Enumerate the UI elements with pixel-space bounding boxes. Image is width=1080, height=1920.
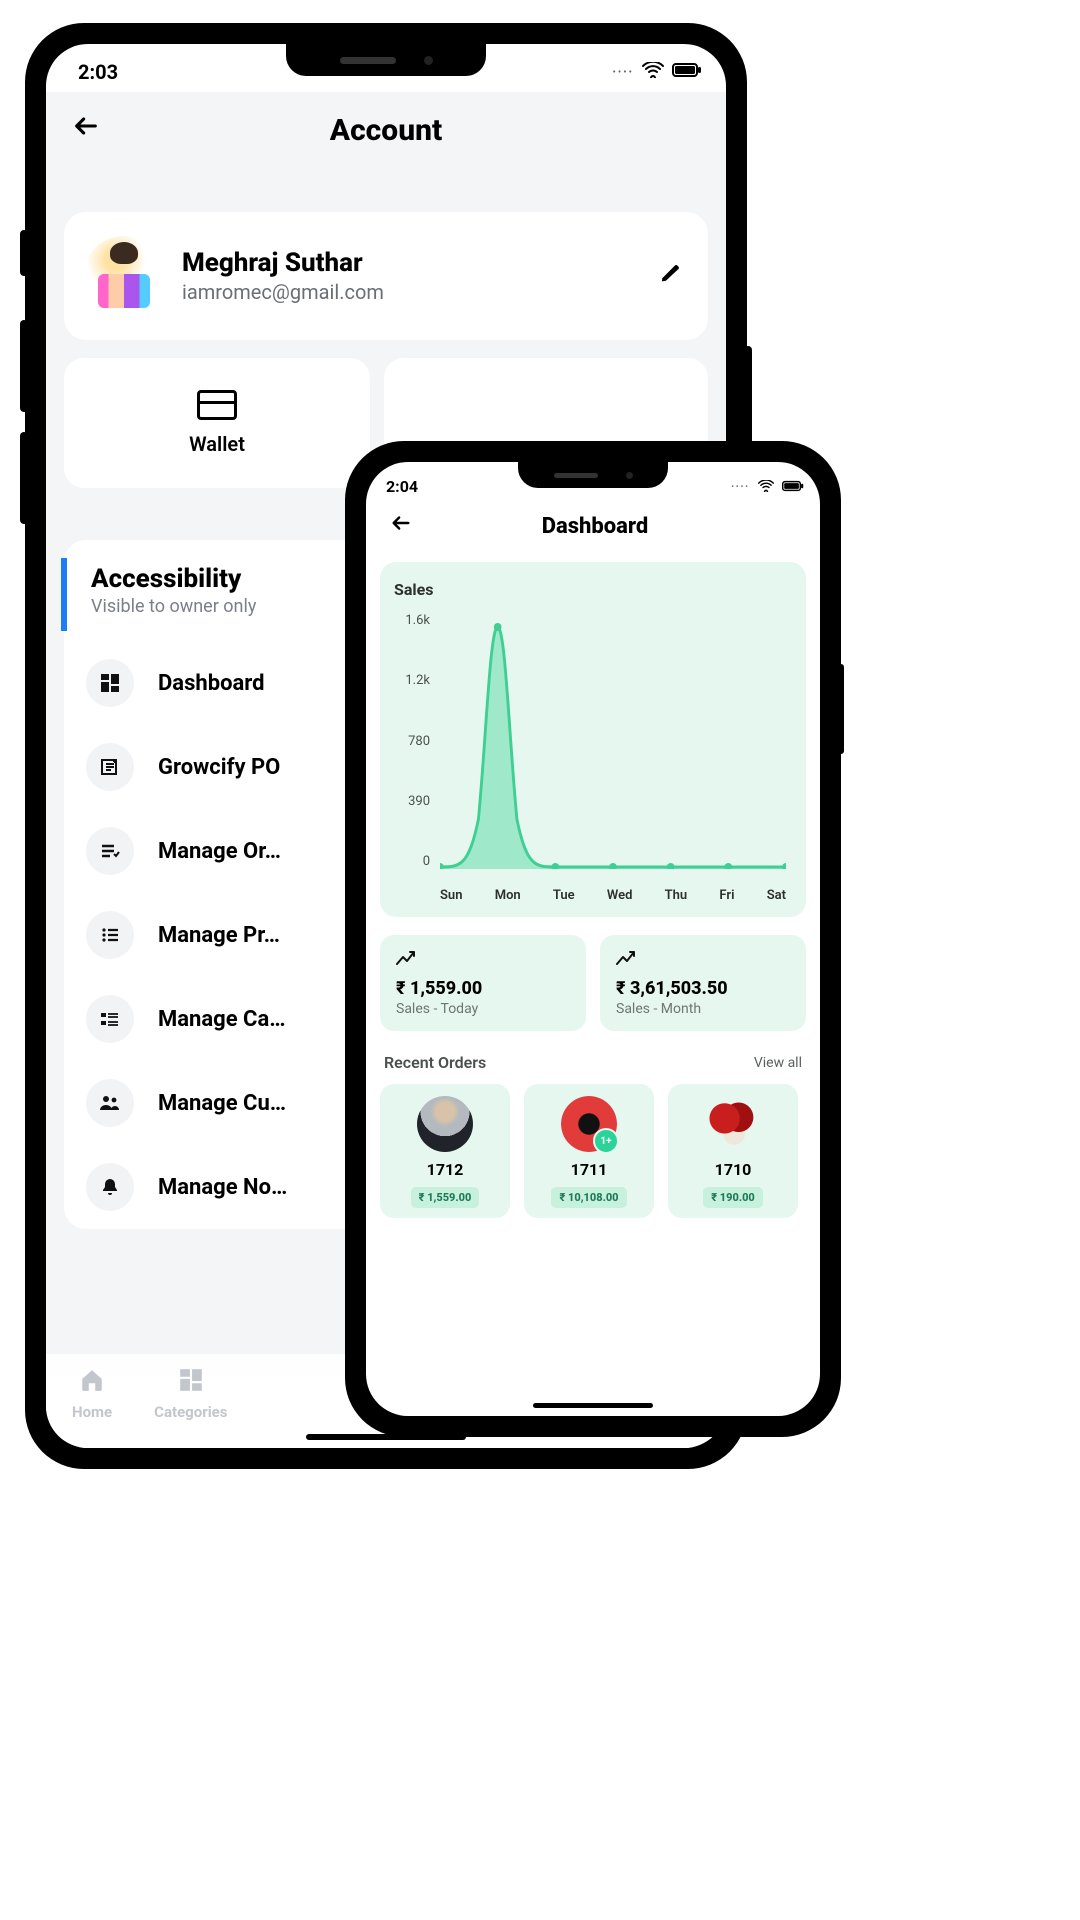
view-all-link[interactable]: View all [754,1055,802,1071]
order-card[interactable]: 1710 ₹ 190.00 [668,1084,798,1218]
x-tick: Tue [553,888,575,903]
menu-label: Manage Or… [158,839,281,864]
order-amount: ₹ 10,108.00 [551,1187,626,1208]
menu-label: Manage No… [158,1175,287,1200]
y-tick: 1.2k [394,673,430,688]
orders-row[interactable]: 1712 ₹ 1,559.00 1711 ₹ 10,108.00 1710 ₹ … [380,1084,806,1218]
home-indicator [533,1403,653,1408]
status-icons: •••• [613,62,703,82]
back-button[interactable] [66,106,106,154]
order-thumbnail [705,1096,761,1152]
cell-dots-icon: •••• [613,67,635,78]
kpi-label: Sales - Month [616,1001,790,1017]
chart-title: Sales [394,580,792,599]
chart-plot [440,619,786,869]
kpi-label: Sales - Today [396,1001,570,1017]
tab-categories[interactable]: Categories [138,1363,243,1425]
home-indicator [306,1434,466,1440]
x-tick: Sun [440,888,462,903]
order-id: 1710 [715,1160,752,1179]
tab-label: Categories [154,1403,227,1421]
back-button[interactable] [384,506,418,546]
x-tick: Fri [719,888,734,903]
chart-x-axis: Sun Mon Tue Wed Thu Fri Sat [440,888,786,903]
screen: 2:04 •••• Dashboard Sales 1.6k 1.2k [366,462,820,1416]
edit-profile-button[interactable] [654,256,688,296]
sales-chart-card: Sales 1.6k 1.2k 780 390 0 [380,562,806,917]
account-header: Account [46,92,726,174]
order-amount: ₹ 1,559.00 [411,1187,480,1208]
order-id: 1711 [571,1160,608,1179]
battery-icon [782,477,804,496]
wifi-icon [642,62,664,82]
categories-icon [86,995,134,1043]
home-icon [79,1367,105,1399]
profile-name: Meghraj Suthar [182,248,636,278]
device-notch [286,44,486,76]
status-time: 2:03 [78,60,118,84]
y-tick: 390 [394,794,430,809]
status-icons: •••• [731,477,804,496]
tab-label: Home [72,1403,112,1421]
cell-dots-icon: •••• [731,482,750,491]
trend-up-icon [396,949,570,970]
avatar [84,236,164,316]
trend-up-icon [616,949,790,970]
wifi-icon [758,477,774,496]
battery-icon [672,62,702,82]
menu-label: Manage Pr… [158,923,280,948]
side-button [20,230,28,276]
order-thumbnail [561,1096,617,1152]
chart-area: 1.6k 1.2k 780 390 0 [394,613,792,903]
y-tick: 780 [394,734,430,749]
page-title: Dashboard [418,514,802,539]
side-button [20,432,28,524]
wallet-icon [197,390,237,420]
x-tick: Thu [665,888,688,903]
pos-icon [86,743,134,791]
bell-icon [86,1163,134,1211]
x-tick: Wed [607,888,633,903]
menu-label: Dashboard [158,671,265,696]
wallet-card[interactable]: Wallet [64,358,370,488]
order-card[interactable]: 1712 ₹ 1,559.00 [380,1084,510,1218]
dashboard-icon [86,659,134,707]
kpi-sales-month[interactable]: ₹ 3,61,503.50 Sales - Month [600,935,806,1031]
order-id: 1712 [427,1160,464,1179]
kpi-sales-today[interactable]: ₹ 1,559.00 Sales - Today [380,935,586,1031]
device-notch [518,462,668,488]
order-card[interactable]: 1711 ₹ 10,108.00 [524,1084,654,1218]
orders-icon [86,827,134,875]
kpi-value: ₹ 3,61,503.50 [616,978,790,999]
chart-y-axis: 1.6k 1.2k 780 390 0 [394,613,436,869]
order-thumbnail [417,1096,473,1152]
recent-title: Recent Orders [384,1053,486,1072]
menu-label: Manage Ca… [158,1007,286,1032]
recent-orders-header: Recent Orders View all [384,1053,802,1072]
menu-label: Growcify PO [158,755,280,780]
y-tick: 0 [394,854,430,869]
profile-email: iamromec@gmail.com [182,280,636,304]
phone-frame-small: 2:04 •••• Dashboard Sales 1.6k 1.2k [348,444,838,1434]
products-icon [86,911,134,959]
kpi-row: ₹ 1,559.00 Sales - Today ₹ 3,61,503.50 S… [380,935,806,1031]
profile-info: Meghraj Suthar iamromec@gmail.com [182,248,636,304]
side-button [838,664,844,754]
order-amount: ₹ 190.00 [703,1187,763,1208]
dashboard-body: Dashboard Sales 1.6k 1.2k 780 390 0 [366,502,820,1416]
tab-home[interactable]: Home [56,1363,128,1425]
x-tick: Mon [495,888,521,903]
page-title: Account [106,113,706,148]
wallet-label: Wallet [189,432,245,456]
status-time: 2:04 [386,477,418,496]
profile-card[interactable]: Meghraj Suthar iamromec@gmail.com [64,212,708,340]
kpi-value: ₹ 1,559.00 [396,978,570,999]
menu-label: Manage Cu… [158,1091,286,1116]
y-tick: 1.6k [394,613,430,628]
categories-tab-icon [178,1367,204,1399]
dashboard-header: Dashboard [380,502,806,556]
side-button [20,320,28,412]
x-tick: Sat [767,888,786,903]
customers-icon [86,1079,134,1127]
